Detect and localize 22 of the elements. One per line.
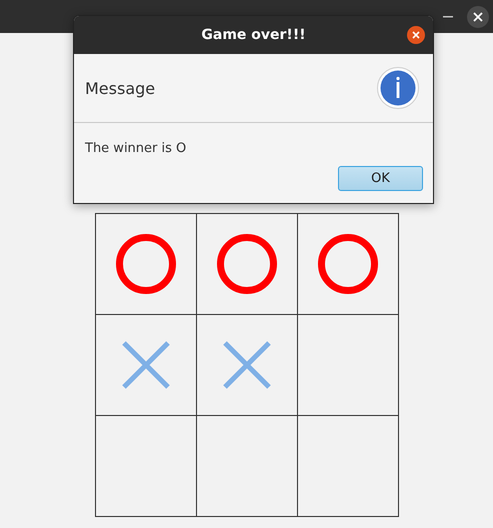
dialog-message: The winner is O <box>84 140 188 156</box>
board-cell[interactable] <box>298 416 398 516</box>
board-cell[interactable] <box>196 315 296 415</box>
board-cell[interactable] <box>196 214 296 314</box>
circle-mark-icon <box>216 234 276 294</box>
dialog-title: Game over!!! <box>201 27 306 43</box>
info-icon <box>377 67 419 109</box>
cross-mark-icon <box>122 341 170 389</box>
close-icon[interactable] <box>467 6 489 28</box>
ok-button[interactable]: OK <box>338 166 423 191</box>
circle-mark-icon <box>318 234 378 294</box>
board-cell[interactable] <box>196 416 296 516</box>
dialog-header: Message <box>85 78 156 98</box>
board-cell[interactable] <box>96 214 196 314</box>
minimize-icon[interactable] <box>443 16 453 18</box>
board-cell[interactable] <box>96 416 196 516</box>
circle-mark-icon <box>116 234 176 294</box>
board-cell[interactable] <box>298 214 398 314</box>
cross-mark-icon <box>222 341 270 389</box>
close-icon[interactable] <box>407 26 425 44</box>
board-cell[interactable] <box>96 315 196 415</box>
board-cell[interactable] <box>298 315 398 415</box>
